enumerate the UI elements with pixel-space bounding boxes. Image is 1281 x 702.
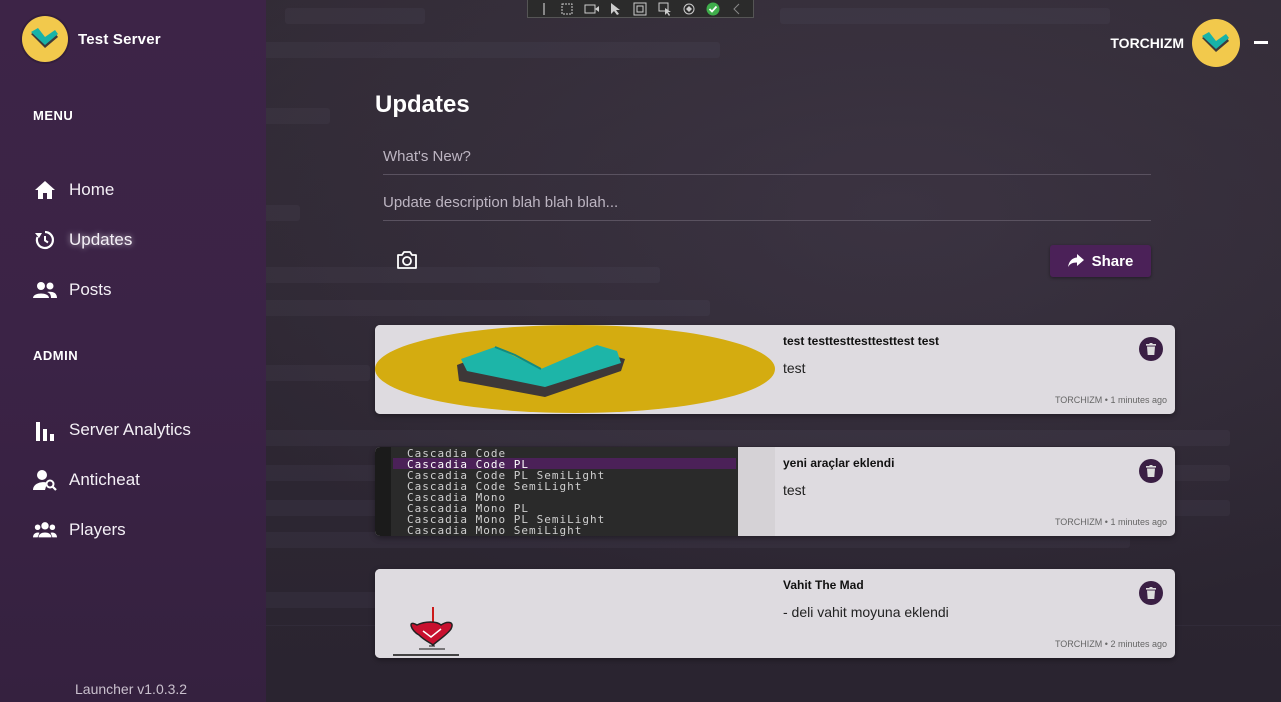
update-body: test (783, 360, 806, 376)
server-logo (22, 16, 68, 62)
launcher-version: Launcher v1.0.3.2 (75, 681, 188, 697)
update-card: Cascadia Code Cascadia Code PL Cascadia … (375, 447, 1175, 536)
update-meta: TORCHIZM • 2 minutes ago (1054, 639, 1167, 649)
update-card: Vahit The Mad - deli vahit moyuna eklend… (375, 569, 1175, 658)
bar-chart-icon (33, 418, 57, 442)
nav-item-label: Server Analytics (69, 420, 191, 439)
select-element-icon[interactable] (560, 2, 576, 16)
menu-section-title: MENU (33, 108, 74, 123)
nav-item-updates[interactable]: Updates (33, 225, 132, 255)
server-name: Test Server (78, 30, 161, 48)
description-input[interactable] (383, 185, 1151, 220)
people-icon (33, 278, 57, 302)
nav-item-server-analytics[interactable]: Server Analytics (33, 415, 191, 445)
nav-item-label: Posts (69, 280, 112, 299)
group-icon (33, 518, 57, 542)
attach-image-button[interactable] (390, 245, 424, 275)
hot-reload-icon[interactable] (681, 2, 697, 16)
update-meta: TORCHIZM • 1 minutes ago (1054, 517, 1167, 527)
delete-update-button[interactable] (1139, 459, 1163, 483)
select-cursor-icon[interactable] (657, 2, 673, 16)
description-field[interactable] (383, 185, 1151, 221)
share-label: Share (1091, 252, 1134, 270)
sidebar: Test Server MENU Home Updates Posts ADMI… (0, 0, 266, 702)
nav-item-label: Home (69, 180, 115, 199)
nav-item-anticheat[interactable]: Anticheat (33, 465, 140, 495)
minimize-button[interactable] (1254, 40, 1268, 44)
update-title: test testtesttesttesttest test (783, 334, 940, 348)
frame-icon[interactable] (632, 2, 648, 16)
collapse-chevron-icon[interactable] (729, 2, 745, 16)
trash-icon (1146, 465, 1156, 477)
check-icon (705, 2, 721, 16)
video-icon[interactable] (584, 2, 600, 16)
nav-item-label: Updates (69, 230, 133, 249)
trash-icon (1146, 343, 1156, 355)
title-field[interactable] (383, 139, 1151, 175)
update-image-font-list: Cascadia Code Cascadia Code PL Cascadia … (375, 447, 775, 536)
nav-item-label: Players (69, 520, 126, 539)
code-line: Cascadia Mono SemiLight (407, 524, 583, 536)
nav-item-posts[interactable]: Posts (33, 275, 112, 305)
update-title: Vahit The Mad (783, 578, 864, 592)
user-search-icon (33, 468, 57, 492)
trash-icon (1146, 587, 1156, 599)
cursor-icon[interactable] (608, 2, 624, 16)
nav-item-players[interactable]: Players (33, 515, 126, 545)
grip-icon (536, 2, 552, 16)
home-icon (33, 178, 57, 202)
avatar[interactable] (1192, 19, 1240, 67)
nav-item-label: Anticheat (69, 470, 140, 489)
username: TORCHIZM (1110, 35, 1184, 51)
update-card: test testtesttesttesttest test test TORC… (375, 325, 1175, 414)
update-body: - deli vahit moyuna eklendi (783, 604, 949, 620)
update-body: test (783, 482, 806, 498)
page-title: Updates (375, 91, 470, 118)
delete-update-button[interactable] (1139, 337, 1163, 361)
user-profile[interactable]: TORCHIZM (1110, 19, 1268, 67)
share-button[interactable]: Share (1050, 245, 1151, 277)
update-image-logo (375, 325, 775, 414)
title-input[interactable] (383, 139, 1151, 174)
debug-toolbar (527, 0, 754, 18)
delete-update-button[interactable] (1139, 581, 1163, 605)
update-title: yeni araçlar eklendi (783, 456, 895, 470)
camera-icon (397, 251, 417, 269)
refresh-clock-icon (33, 228, 57, 252)
update-meta: TORCHIZM • 1 minutes ago (1054, 395, 1167, 405)
nav-item-home[interactable]: Home (33, 175, 114, 205)
share-arrow-icon (1067, 254, 1084, 267)
brand[interactable]: Test Server (22, 16, 161, 62)
admin-section-title: ADMIN (33, 348, 79, 363)
update-image-heart-sketch (375, 569, 775, 658)
